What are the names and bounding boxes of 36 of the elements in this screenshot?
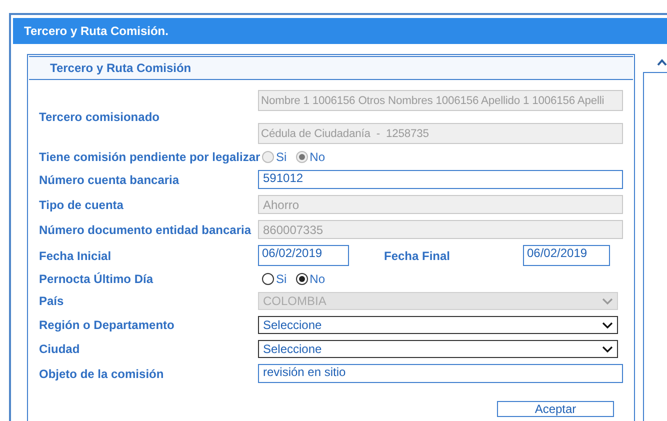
field-label: Número cuenta bancaria (39, 172, 180, 186)
input-field: Ahorro (258, 195, 623, 214)
field-label: Tiene comisión pendiente por legalizar (39, 150, 258, 164)
field-label: Tercero comisionado (39, 110, 160, 124)
radio-label: No (310, 150, 326, 164)
field-label: Región o Departamento (39, 318, 176, 332)
radio-label: Si (276, 150, 287, 164)
chevron-down-icon (602, 298, 613, 304)
window-title: Tercero y Ruta Comisión. (13, 18, 667, 44)
chevron-down-icon (602, 322, 613, 328)
date-field[interactable]: 06/02/2019 (523, 245, 610, 266)
input-field[interactable]: revisión en sitio (258, 364, 623, 383)
panel-title: Tercero y Ruta Comisión (29, 56, 633, 80)
chevron-down-icon (602, 346, 613, 352)
input-field: Cédula de Ciudadanía - 1258735 (258, 123, 623, 144)
radio-label: Si (276, 272, 287, 286)
field-label: Fecha Inicial (39, 248, 112, 262)
dropdown: COLOMBIA (258, 292, 618, 310)
caret-up-icon[interactable] (657, 59, 667, 66)
date-field[interactable]: 06/02/2019 (258, 245, 349, 266)
input-field[interactable]: 591012 (258, 170, 623, 189)
field-label: Fecha Final (384, 248, 452, 262)
input-field: 860007335 (258, 220, 623, 239)
accept-button[interactable]: Aceptar (497, 401, 614, 417)
field-label: Objeto de la comisión (39, 366, 165, 380)
dropdown[interactable]: Seleccione (258, 340, 618, 358)
field-label: Tipo de cuenta (39, 198, 124, 212)
field-label: Ciudad (39, 342, 81, 356)
field-label: País (39, 294, 65, 308)
dropdown[interactable]: Seleccione (258, 316, 618, 334)
radio-button[interactable] (262, 273, 274, 285)
input-field: Nombre 1 1006156 Otros Nombres 1006156 Apellido 1 1006156 Apelli (258, 90, 623, 111)
field-label: Pernocta Último Día (39, 272, 154, 286)
radio-label: No (310, 272, 326, 286)
radio-button[interactable] (296, 273, 308, 285)
field-label: Número documento entidad bancaria (39, 222, 252, 236)
